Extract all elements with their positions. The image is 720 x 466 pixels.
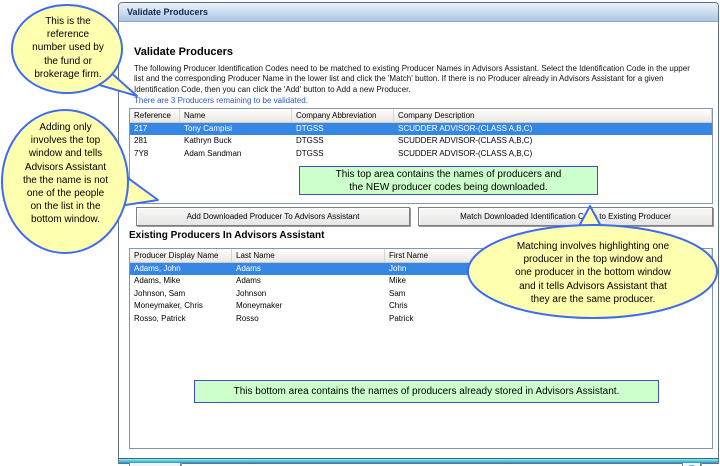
cell-last-name: Rosso [236, 313, 259, 323]
cell-last-name: Johnson [236, 288, 267, 298]
cell-display-name: Moneymaker, Chris [134, 301, 203, 311]
callout-matching-text: Matching involves highlighting one produ… [515, 241, 671, 305]
cell-company-description: SCUDDER ADVISOR-(CLASS A,B,C) [398, 136, 533, 146]
screenshot-canvas: Validate Producers Validate Producers Th… [0, 0, 720, 466]
cell-company-abbreviation: DTGSS [296, 148, 324, 158]
cell-company-abbreviation: DTGSS [296, 124, 324, 133]
table-row[interactable]: 7Y8 Adam Sandman DTGSS SCUDDER ADVISOR-(… [130, 147, 712, 161]
cell-display-name: Rosso, Patrick [134, 313, 186, 323]
cell-company-description: SCUDDER ADVISOR-(CLASS A,B,C) [398, 148, 533, 158]
note-bottom-area: This bottom area contains the names of p… [194, 380, 659, 403]
cell-display-name: Adams, Mike [134, 276, 181, 286]
callout-adding: Adding only involves the top window and … [0, 105, 165, 257]
column-header-name[interactable]: Name [180, 109, 292, 122]
cell-last-name: Moneymaker [236, 301, 283, 311]
callout-adding-text: Adding only involves the top window and … [22, 122, 109, 226]
note-top-area: This top area contains the names of prod… [299, 166, 598, 195]
callout-matching: Matching involves highlighting one produ… [455, 195, 720, 323]
cell-name: Adam Sandman [184, 148, 242, 158]
instructions-text: The following Producer Identification Co… [134, 64, 690, 94]
column-header-last-name[interactable]: Last Name [232, 249, 385, 262]
cell-last-name: Adams [236, 276, 261, 286]
page-title: Validate Producers [134, 46, 234, 58]
column-header-company-description[interactable]: Company Description [394, 109, 712, 122]
cell-display-name: Adams, John [134, 264, 181, 273]
cell-company-description: SCUDDER ADVISOR-(CLASS A,B,C) [398, 124, 533, 133]
table-row[interactable]: 281 Kathryn Buck DTGSS SCUDDER ADVISOR-(… [130, 135, 712, 148]
table-row[interactable]: 217 Tony Campisi DTGSS SCUDDER ADVISOR-(… [130, 123, 712, 136]
cell-name: Tony Campisi [184, 124, 233, 133]
callout-reference-text: This is the reference number used by the… [32, 16, 104, 80]
cell-display-name: Johnson, Sam [134, 288, 186, 298]
cell-company-abbreviation: DTGSS [296, 136, 324, 146]
column-header-company-abbreviation[interactable]: Company Abbreviation [292, 109, 394, 122]
cell-last-name: Adams [236, 264, 261, 273]
window-titlebar[interactable]: Validate Producers [119, 3, 718, 22]
cell-name: Kathryn Buck [184, 136, 232, 146]
dialog-bottom-edge [119, 458, 718, 463]
status-text: There are 3 Producers remaining to be va… [134, 96, 308, 105]
add-downloaded-producer-button[interactable]: Add Downloaded Producer To Advisors Assi… [136, 207, 410, 226]
downloaded-producers-header-row: Reference Name Company Abbreviation Comp… [130, 109, 712, 123]
callout-reference-number: This is the reference number used by the… [6, 0, 148, 102]
